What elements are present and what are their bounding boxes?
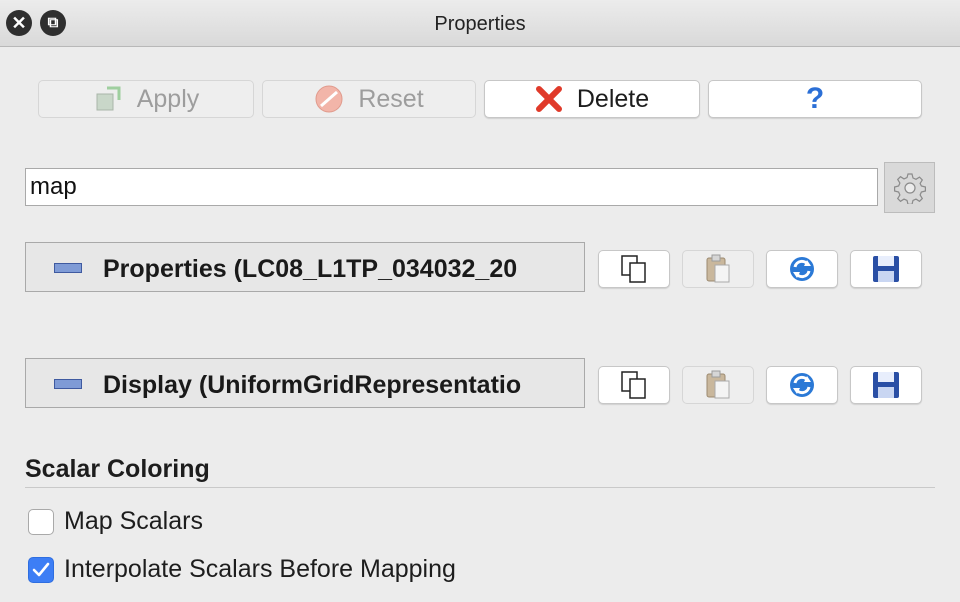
help-button[interactable]: ? (708, 80, 922, 118)
search-input[interactable] (25, 168, 878, 206)
delete-label: Delete (576, 84, 650, 113)
save-icon (873, 372, 899, 398)
reset-button[interactable]: Reset (262, 80, 476, 118)
gear-icon (893, 172, 926, 204)
copy-display-button[interactable] (598, 366, 670, 404)
interpolate-scalars-checkbox[interactable] (28, 556, 54, 583)
reset-icon (314, 84, 344, 114)
interpolate-scalars-label: Interpolate Scalars Before Mapping (64, 555, 456, 583)
delete-icon (535, 85, 563, 113)
scalar-coloring-title: Scalar Coloring (25, 455, 210, 483)
collapse-icon[interactable] (54, 263, 82, 273)
paste-icon (706, 254, 730, 283)
map-scalars-checkbox[interactable] (28, 508, 54, 535)
apply-button[interactable]: Apply (38, 80, 254, 118)
paste-display-button[interactable] (682, 366, 754, 404)
collapse-icon[interactable] (54, 379, 82, 389)
save-display-button[interactable] (850, 366, 922, 404)
apply-label: Apply (136, 84, 200, 113)
restore-properties-button[interactable] (766, 250, 838, 288)
advanced-settings-button[interactable] (884, 162, 935, 213)
window-title: Properties (434, 13, 526, 35)
map-scalars-label: Map Scalars (64, 507, 203, 535)
refresh-icon (790, 373, 814, 397)
copy-icon (621, 255, 646, 283)
group-divider (25, 487, 935, 488)
paste-icon (706, 370, 730, 399)
display-section-label: Display (UniformGridRepresentatio (103, 371, 522, 399)
refresh-icon (790, 257, 814, 281)
save-properties-button[interactable] (850, 250, 922, 288)
apply-icon (93, 84, 123, 114)
delete-button[interactable]: Delete (484, 80, 700, 118)
display-section-header[interactable]: Display (UniformGridRepresentatio (25, 358, 585, 408)
copy-properties-button[interactable] (598, 250, 670, 288)
properties-section-header[interactable]: Properties (LC08_L1TP_034032_20 (25, 242, 585, 292)
restore-display-button[interactable] (766, 366, 838, 404)
checkmark-icon (32, 562, 50, 576)
help-icon: ? (805, 82, 825, 115)
title-bar: ✕ ⧉ Properties (0, 0, 960, 47)
save-icon (873, 256, 899, 282)
properties-section-label: Properties (LC08_L1TP_034032_20 (103, 255, 518, 283)
paste-properties-button[interactable] (682, 250, 754, 288)
copy-icon (621, 371, 646, 399)
map-scalars-row[interactable]: Map Scalars (28, 507, 203, 536)
reset-label: Reset (358, 84, 424, 113)
interpolate-scalars-row[interactable]: Interpolate Scalars Before Mapping (28, 555, 456, 584)
